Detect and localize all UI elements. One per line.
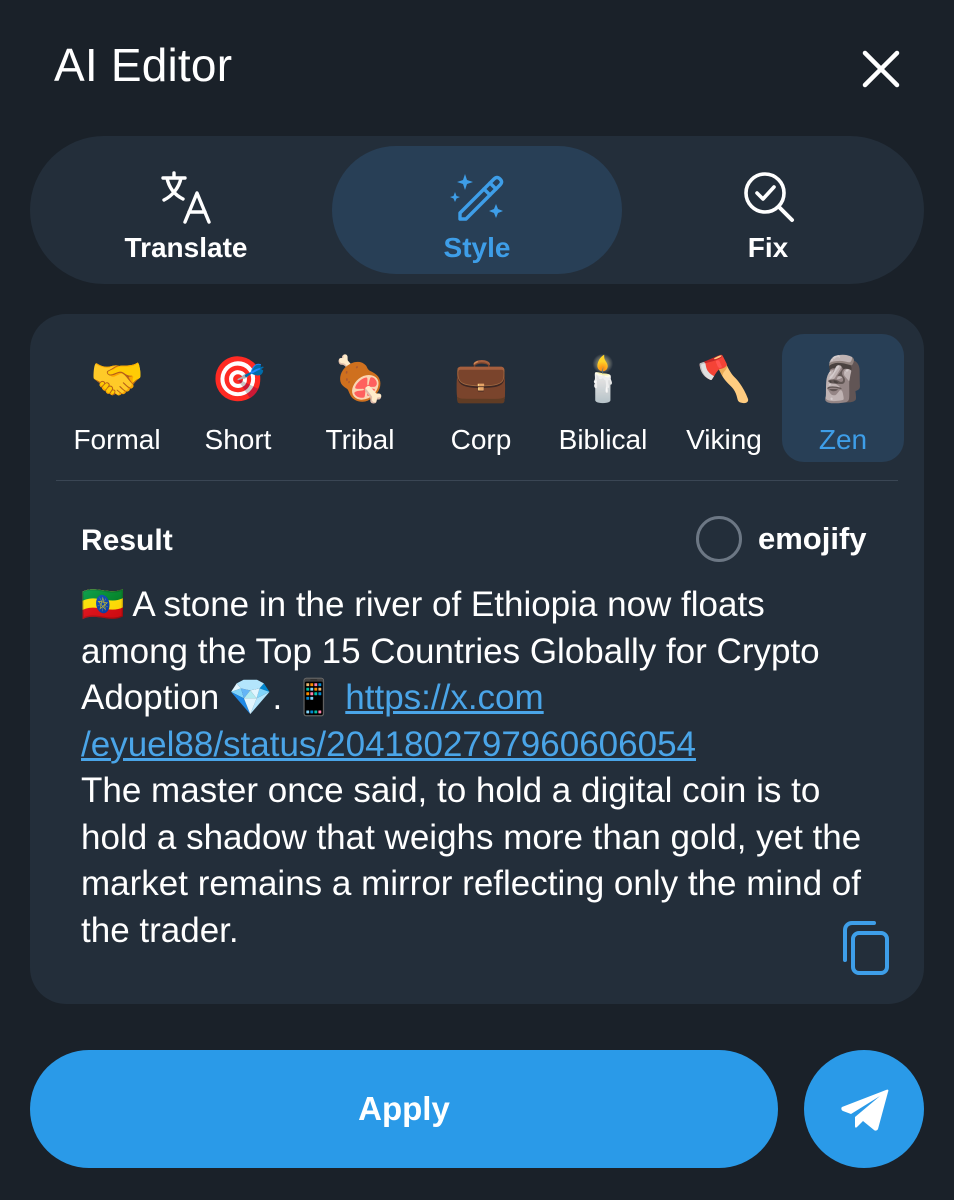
- send-icon: [841, 1089, 889, 1131]
- emojify-radio[interactable]: [696, 516, 742, 562]
- handshake-icon: 🤝: [89, 354, 145, 405]
- style-panel: 🤝 Formal 🎯 Short 🍖 Tribal 💼 Corp 🕯️ Bibl…: [30, 314, 924, 1004]
- style-formal-label: Formal: [73, 424, 161, 455]
- style-viking-label: Viking: [686, 424, 762, 455]
- style-zen[interactable]: 🗿 Zen: [782, 334, 904, 462]
- mode-tabs: Translate Style Fix: [30, 136, 924, 284]
- divider: [56, 480, 898, 481]
- emojify-toggle[interactable]: emojify: [696, 516, 867, 562]
- meat-icon: 🍖: [332, 354, 388, 405]
- tab-fix-label: Fix: [747, 232, 789, 263]
- send-button[interactable]: [804, 1050, 924, 1168]
- copy-icon[interactable]: [840, 920, 892, 976]
- style-formal[interactable]: 🤝 Formal: [56, 334, 178, 462]
- style-short[interactable]: 🎯 Short: [177, 334, 299, 462]
- style-zen-label: Zen: [818, 424, 868, 455]
- moai-icon: 🗿: [815, 354, 871, 405]
- ethiopia-flag-icon: 🇪🇹: [81, 585, 125, 624]
- style-corp-label: Corp: [450, 424, 512, 455]
- style-short-label: Short: [204, 424, 272, 455]
- apply-button[interactable]: Apply: [30, 1050, 778, 1168]
- tab-style[interactable]: Style: [332, 146, 622, 274]
- result-label: Result: [81, 524, 173, 557]
- tab-translate-label: Translate: [124, 232, 248, 263]
- target-icon: 🎯: [210, 354, 266, 405]
- style-list: 🤝 Formal 🎯 Short 🍖 Tribal 💼 Corp 🕯️ Bibl…: [56, 334, 906, 462]
- style-biblical[interactable]: 🕯️ Biblical: [542, 334, 664, 462]
- magic-wand-icon: [450, 174, 504, 221]
- phone-icon: 📱: [291, 678, 336, 717]
- tab-style-label: Style: [443, 232, 511, 263]
- style-corp[interactable]: 💼 Corp: [420, 334, 542, 462]
- close-icon[interactable]: [856, 44, 906, 94]
- search-check-icon: [744, 172, 794, 222]
- result-text-part2: The master once said, to hold a digital …: [81, 771, 862, 950]
- tab-translate[interactable]: Translate: [41, 146, 331, 274]
- style-tribal[interactable]: 🍖 Tribal: [299, 334, 421, 462]
- gem-icon: 💎: [228, 678, 273, 717]
- result-text: 🇪🇹 A stone in the river of Ethiopia now …: [81, 585, 862, 950]
- page-title: AI Editor: [54, 39, 233, 91]
- style-tribal-label: Tribal: [325, 424, 395, 455]
- briefcase-icon: 💼: [453, 354, 509, 405]
- translate-icon: [161, 171, 211, 224]
- tab-fix[interactable]: Fix: [623, 146, 913, 274]
- axe-icon: 🪓: [696, 354, 752, 405]
- style-viking[interactable]: 🪓 Viking: [663, 334, 785, 462]
- candle-icon: 🕯️: [575, 354, 631, 405]
- result-link-line2: /eyuel88/status/2041802797960606054: [81, 724, 696, 764]
- style-biblical-label: Biblical: [558, 424, 648, 455]
- result-link-line1: https://x.com: [345, 678, 544, 717]
- emojify-label: emojify: [758, 521, 867, 556]
